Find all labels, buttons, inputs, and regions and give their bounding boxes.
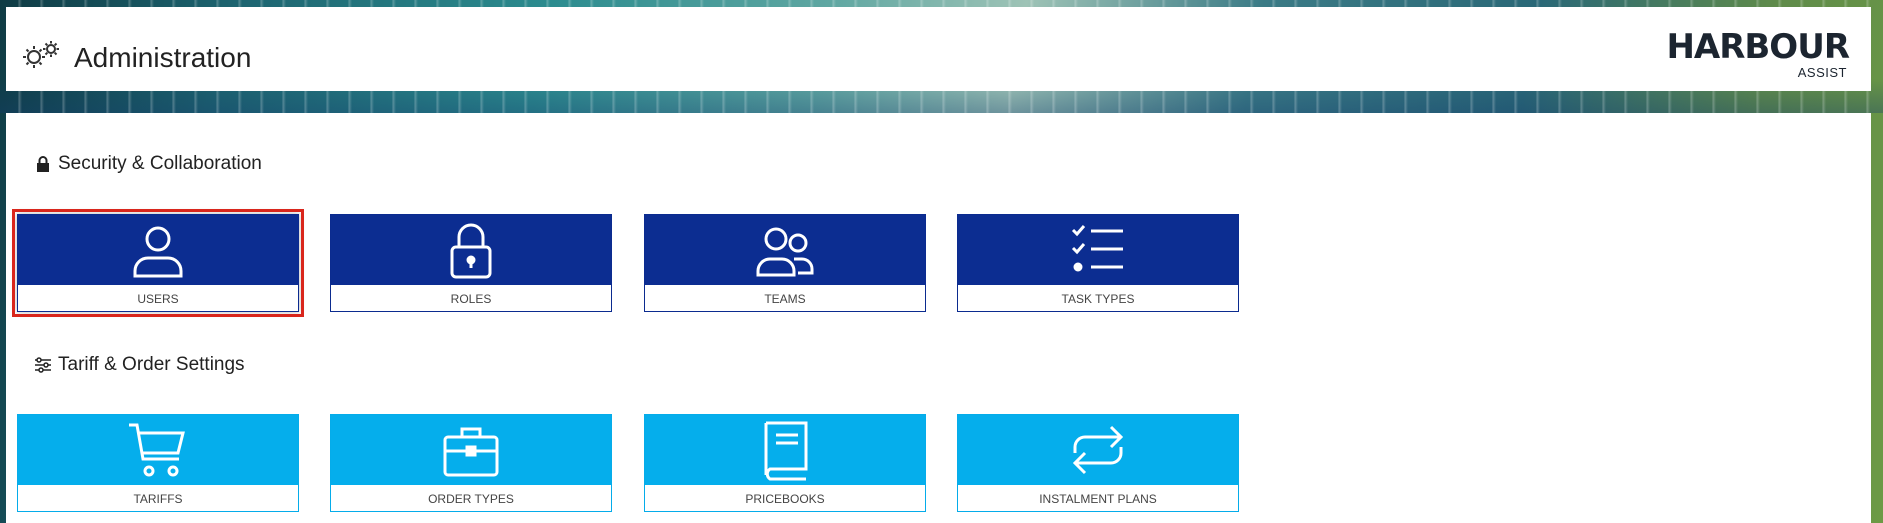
tile-tariffs[interactable]: TARIFFS bbox=[17, 414, 299, 512]
lock-icon bbox=[37, 156, 49, 172]
tile-label: ROLES bbox=[450, 292, 492, 306]
section-tariff-title: Tariff & Order Settings bbox=[34, 354, 245, 376]
page-header: Administration HARBOUR ASSIST bbox=[6, 7, 1871, 91]
section-security-title: Security & Collaboration bbox=[34, 153, 262, 175]
harbour-assist-logo: HARBOUR ASSIST bbox=[1659, 21, 1850, 81]
brand-name: HARBOUR bbox=[1666, 27, 1850, 67]
sliders-icon bbox=[35, 357, 51, 373]
book-icon bbox=[764, 421, 808, 481]
user-icon bbox=[133, 226, 183, 278]
team-icon bbox=[756, 227, 814, 277]
tile-label: USERS bbox=[137, 292, 179, 306]
briefcase-icon bbox=[443, 427, 499, 477]
tile-label: TASK TYPES bbox=[1061, 292, 1135, 306]
repeat-icon bbox=[1072, 425, 1124, 475]
tile-label: ORDER TYPES bbox=[428, 492, 514, 506]
tile-instalment-plans[interactable]: INSTALMENT PLANS bbox=[957, 414, 1239, 512]
page-title: Administration bbox=[74, 42, 252, 73]
tile-label: TARIFFS bbox=[133, 492, 183, 506]
gears-icon bbox=[23, 41, 59, 68]
tile-users[interactable]: USERS bbox=[12, 209, 304, 317]
section-title-text: Tariff & Order Settings bbox=[58, 354, 245, 375]
tile-label: PRICEBOOKS bbox=[745, 492, 825, 506]
tile-label: TEAMS bbox=[764, 292, 806, 306]
tile-label: INSTALMENT PLANS bbox=[1039, 492, 1157, 506]
padlock-icon bbox=[450, 223, 492, 279]
tile-roles[interactable]: ROLES bbox=[330, 214, 612, 312]
admin-content: Security & Collaboration USERS ROLES TEA… bbox=[6, 113, 1871, 523]
tile-teams[interactable]: TEAMS bbox=[644, 214, 926, 312]
cart-icon bbox=[129, 423, 185, 477]
checklist-icon bbox=[1071, 225, 1123, 272]
section-title-text: Security & Collaboration bbox=[58, 153, 262, 174]
tile-task-types[interactable]: TASK TYPES bbox=[957, 214, 1239, 312]
brand-sub: ASSIST bbox=[1797, 65, 1847, 80]
tile-order-types[interactable]: ORDER TYPES bbox=[330, 414, 612, 512]
tile-pricebooks[interactable]: PRICEBOOKS bbox=[644, 414, 926, 512]
